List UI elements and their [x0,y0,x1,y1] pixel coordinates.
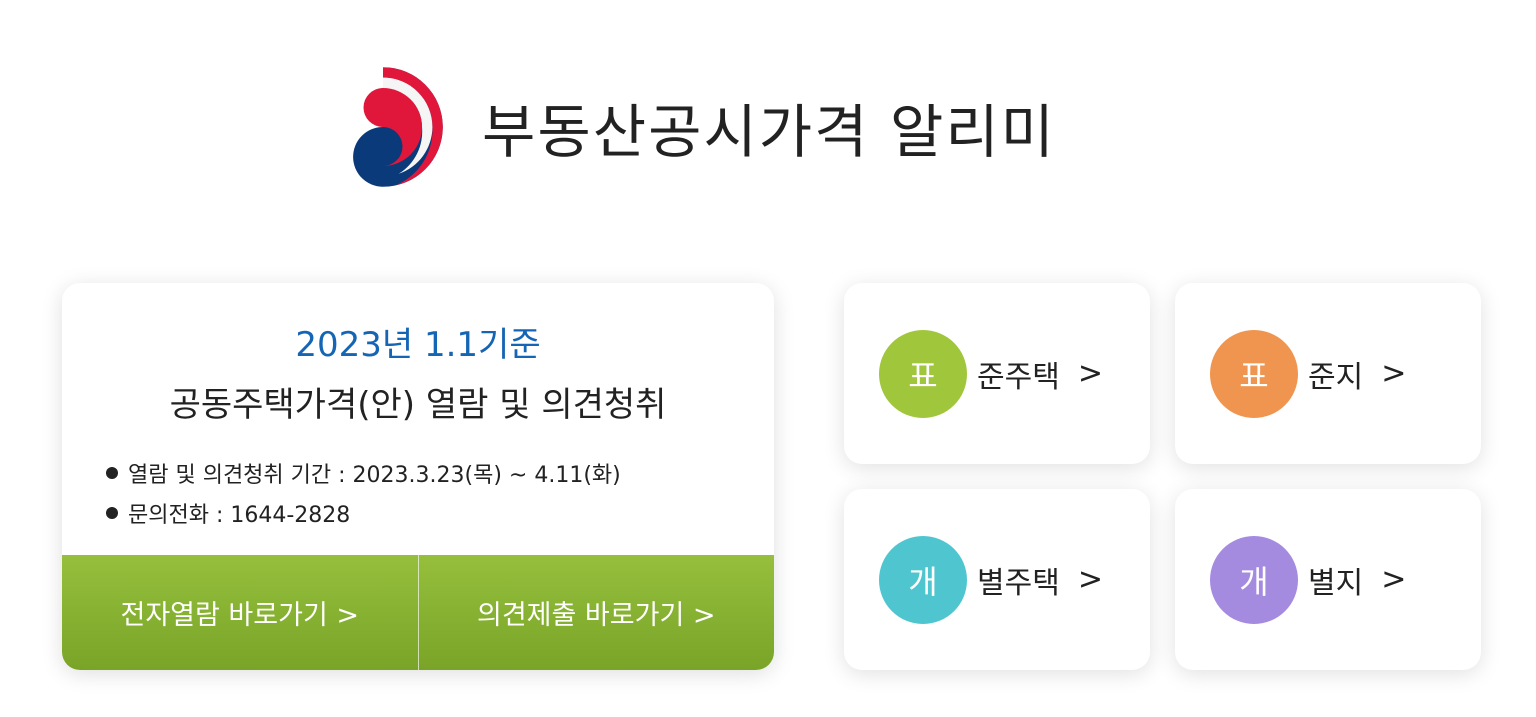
notice-actions: 전자열람 바로가기 > 의견제출 바로가기 > [62,555,774,670]
notice-date: 2023년 1.1기준 [295,325,541,365]
tile-badge: 표 [879,329,967,418]
tile-label: 별지 [1308,565,1364,601]
notice-period: 열람 및 의견청취 기간 : 2023.3.23(목) ~ 4.11(화) [128,463,621,488]
chevron-right-icon: > [1381,356,1407,391]
chevron-right-icon: > [1077,562,1103,597]
tile-individual-housing[interactable]: 개 별주택 > [844,489,1150,670]
site-header: 부동산공시가격 알리미 [318,62,1056,192]
e-view-button[interactable]: 전자열람 바로가기 > [62,555,418,670]
notice-info-item: 문의전화 : 1644-2828 [106,493,621,533]
chevron-right-icon: > [1077,356,1103,391]
notice-card: 2023년 1.1기준 공동주택가격(안) 열람 및 의견청취 열람 및 의견청… [62,283,774,670]
korea-government-emblem-icon[interactable] [318,62,448,192]
tile-badge: 개 [1210,535,1298,624]
chevron-right-icon: > [1381,562,1407,597]
notice-phone: 문의전화 : 1644-2828 [128,503,351,528]
notice-info-item: 열람 및 의견청취 기간 : 2023.3.23(목) ~ 4.11(화) [106,453,621,493]
tile-label: 별주택 [977,565,1060,601]
tile-label: 준지 [1308,359,1364,395]
notice-info-list: 열람 및 의견청취 기간 : 2023.3.23(목) ~ 4.11(화) 문의… [106,453,621,533]
tile-label: 준주택 [977,359,1060,395]
tile-standard-land[interactable]: 표 준지 > [1175,283,1481,464]
tile-standard-housing[interactable]: 표 준주택 > [844,283,1150,464]
submit-opinion-button[interactable]: 의견제출 바로가기 > [419,555,775,670]
tile-badge: 개 [879,535,967,624]
tile-badge: 표 [1210,329,1298,418]
tile-individual-land[interactable]: 개 별지 > [1175,489,1481,670]
page: 부동산공시가격 알리미 2023년 1.1기준 공동주택가격(안) 열람 및 의… [0,0,1536,717]
bullet-icon [106,507,118,519]
site-title: 부동산공시가격 알리미 [482,98,1057,166]
bullet-icon [106,467,118,479]
notice-title: 공동주택가격(안) 열람 및 의견청취 [169,385,667,425]
